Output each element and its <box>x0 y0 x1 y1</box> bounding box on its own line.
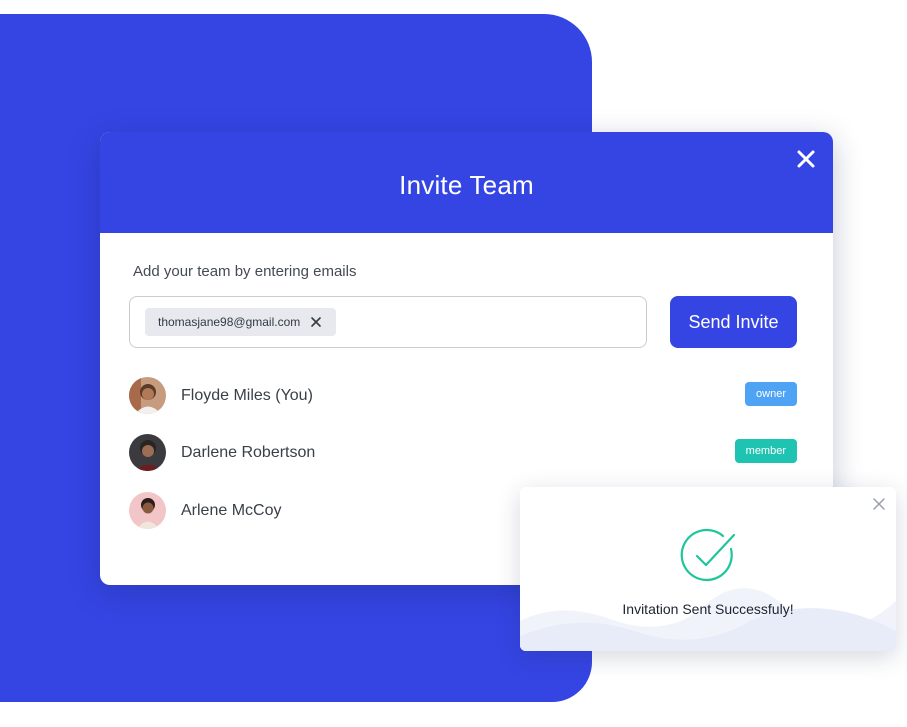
modal-header: Invite Team <box>100 132 833 233</box>
modal-title: Invite Team <box>399 170 534 200</box>
email-chip: thomasjane98@gmail.com <box>145 308 337 336</box>
role-badge-member: member <box>734 439 797 463</box>
member-name: Floyde Miles (You) <box>181 387 313 404</box>
member-row: Floyde Miles (You) owner <box>129 377 797 417</box>
send-invite-button[interactable]: Send Invite <box>670 296 797 348</box>
email-input[interactable]: thomasjane98@gmail.com <box>129 296 647 348</box>
member-name: Darlene Robertson <box>181 444 316 461</box>
instructions-text: Add your team by entering emails <box>133 263 357 280</box>
success-toast: Invitation Sent Successfuly! <box>520 487 896 651</box>
close-icon[interactable] <box>793 146 819 172</box>
avatar <box>129 434 166 471</box>
role-badge-owner: owner <box>745 382 797 406</box>
toast-message: Invitation Sent Successfuly! <box>622 601 794 617</box>
remove-chip-icon[interactable] <box>310 316 322 328</box>
success-check-icon <box>679 527 737 585</box>
avatar <box>129 492 166 529</box>
member-name: Arlene McCoy <box>181 502 282 519</box>
email-chip-label: thomasjane98@gmail.com <box>158 315 301 329</box>
member-row: Darlene Robertson member <box>129 434 797 474</box>
avatar <box>129 377 166 414</box>
toast-close-icon[interactable] <box>872 497 886 511</box>
